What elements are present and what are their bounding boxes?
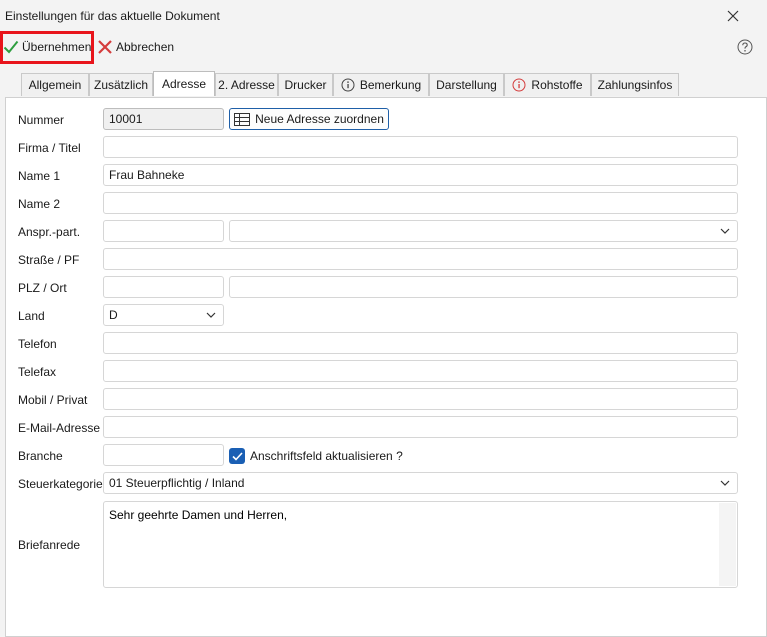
tab-zahlungsinfos[interactable]: Zahlungsinfos (591, 73, 679, 96)
label-steuerkategorie: Steuerkategorie (18, 477, 103, 491)
plz-field[interactable] (103, 276, 224, 298)
firma-field[interactable] (103, 136, 738, 158)
tab-2-adresse[interactable]: 2. Adresse (215, 73, 278, 96)
label-briefanrede: Briefanrede (18, 538, 81, 552)
anschrift-checkbox-label: Anschriftsfeld aktualisieren ? (250, 449, 403, 463)
anspr-select[interactable] (229, 220, 738, 242)
tab-adresse[interactable]: Adresse (153, 71, 215, 96)
label-telefax: Telefax (18, 365, 57, 379)
strasse-field[interactable] (103, 248, 738, 270)
mobil-field[interactable] (103, 388, 738, 410)
briefanrede-textarea[interactable]: Sehr geehrte Damen und Herren, (103, 501, 738, 588)
info-icon (341, 78, 355, 92)
chevron-down-icon (720, 480, 730, 486)
checkmark-icon (231, 451, 243, 461)
steuerkategorie-value: 01 Steuerpflichtig / Inland (109, 476, 245, 490)
apply-label: Übernehmen (22, 40, 92, 54)
telefon-field[interactable] (103, 332, 738, 354)
label-firma: Firma / Titel (18, 141, 81, 155)
land-select[interactable]: D (103, 304, 224, 326)
check-icon (3, 40, 19, 54)
title-bar: Einstellungen für das aktuelle Dokument (0, 0, 767, 32)
branche-field[interactable] (103, 444, 224, 466)
name2-field[interactable] (103, 192, 738, 214)
nummer-field[interactable] (103, 108, 224, 130)
anschrift-checkbox[interactable] (229, 448, 245, 464)
tab-allgemein[interactable]: Allgemein (21, 73, 89, 96)
label-email: E-Mail-Adresse (18, 421, 101, 435)
chevron-down-icon (720, 228, 730, 234)
close-button[interactable] (717, 3, 749, 29)
close-icon (727, 10, 739, 22)
label-branche: Branche (18, 449, 63, 463)
label-plz-ort: PLZ / Ort (18, 281, 67, 295)
ort-field[interactable] (229, 276, 738, 298)
tab-rohstoffe[interactable]: Rohstoffe (504, 73, 591, 96)
help-icon[interactable] (737, 39, 753, 55)
steuerkategorie-select[interactable]: 01 Steuerpflichtig / Inland (103, 472, 738, 494)
cancel-button[interactable]: Abbrechen (97, 32, 174, 62)
assign-address-button[interactable]: Neue Adresse zuordnen (229, 108, 389, 130)
apply-button[interactable]: Übernehmen (0, 32, 93, 62)
land-select-value: D (109, 308, 118, 322)
anspr-field[interactable] (103, 220, 224, 242)
cancel-label: Abbrechen (116, 40, 175, 54)
label-telefon: Telefon (18, 337, 57, 351)
label-anspr: Anspr.-part. (18, 225, 81, 239)
email-field[interactable] (103, 416, 738, 438)
label-land: Land (18, 309, 45, 323)
tab-bemerkung[interactable]: Bemerkung (333, 73, 429, 96)
assign-address-label: Neue Adresse zuordnen (255, 112, 384, 126)
telefax-field[interactable] (103, 360, 738, 382)
label-name1: Name 1 (18, 169, 61, 183)
label-name2: Name 2 (18, 197, 61, 211)
table-icon (234, 112, 251, 126)
label-nummer: Nummer (18, 113, 65, 127)
label-mobil: Mobil / Privat (18, 393, 88, 407)
briefanrede-scrollbar[interactable] (719, 503, 736, 586)
cancel-x-icon (98, 40, 112, 54)
warning-info-icon (512, 78, 526, 92)
label-strasse: Straße / PF (18, 253, 80, 267)
tab-zusaetzlich[interactable]: Zusätzlich (89, 73, 153, 96)
chevron-down-icon (206, 312, 216, 318)
name1-field[interactable] (103, 164, 738, 186)
tab-darstellung[interactable]: Darstellung (429, 73, 504, 96)
tab-drucker[interactable]: Drucker (278, 73, 333, 96)
toolbar: Übernehmen Abbrechen (0, 32, 767, 66)
window-title: Einstellungen für das aktuelle Dokument (5, 9, 220, 23)
